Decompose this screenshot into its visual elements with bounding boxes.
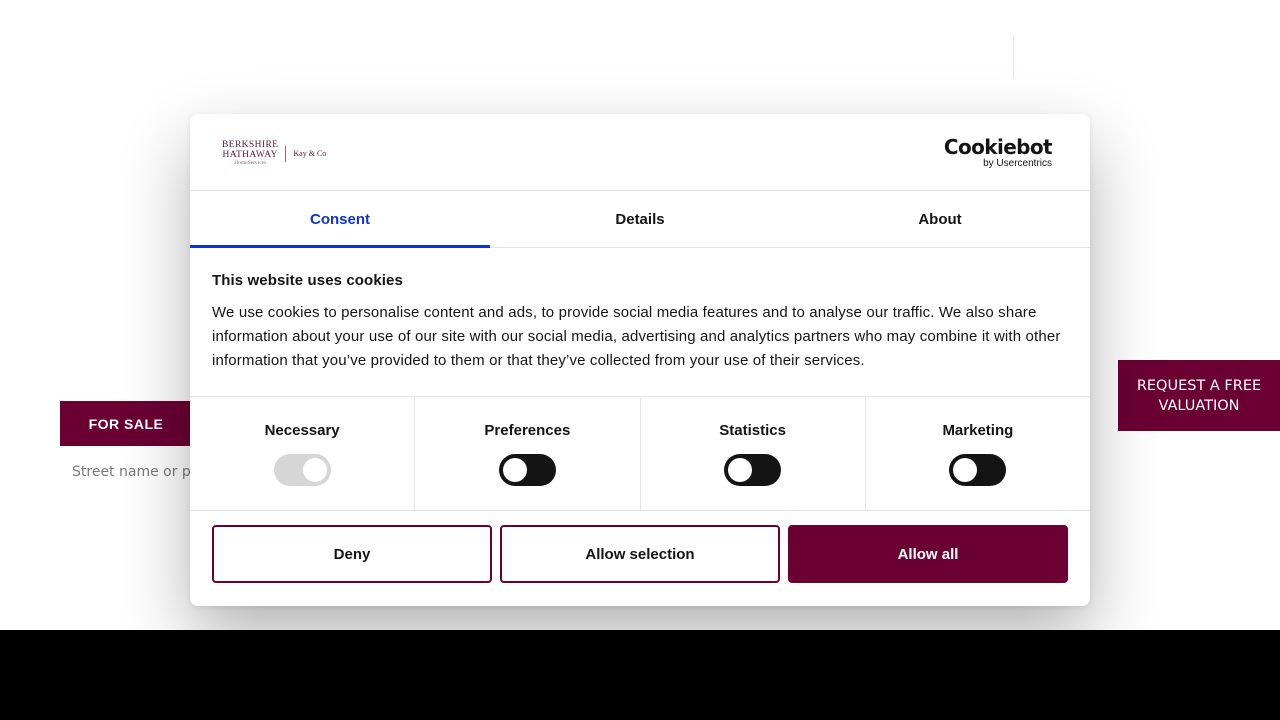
tab-consent[interactable]: Consent [190,191,490,248]
header-divider [1013,36,1014,78]
request-valuation-button[interactable]: REQUEST A FREE VALUATION [1118,360,1280,431]
tab-details[interactable]: Details [490,191,790,247]
toggle-necessary: Necessary [190,397,416,510]
cookiebot-logo[interactable]: Cookiebot by Usercentrics [943,135,1053,170]
allow-selection-button[interactable]: Allow selection [500,525,780,583]
berkshire-hathaway-logo: BERKSHIRE HATHAWAY HomeServices Kay & Co [222,140,326,167]
cookiebot-subtitle: by Usercentrics [983,158,1052,169]
bottom-black-bar [0,630,1280,720]
brand-line-3: HomeServices [234,160,267,166]
toggle-statistics-label: Statistics [719,422,786,439]
cookiebot-title: Cookiebot [943,135,1053,159]
switch-knob [502,458,527,482]
brand-line-2: HATHAWAY [222,150,278,160]
brand-separator [285,145,287,162]
marketing-switch[interactable] [949,454,1007,486]
for-sale-tab[interactable]: FOR SALE [60,401,192,446]
deny-button[interactable]: Deny [212,525,492,583]
brand-subtitle: Kay & Co [293,149,327,158]
cookie-consent-dialog: BERKSHIRE HATHAWAY HomeServices Kay & Co… [190,114,1090,606]
consent-heading: This website uses cookies [212,272,403,289]
toggle-marketing-label: Marketing [942,422,1014,439]
cookie-category-toggles: Necessary Preferences Statistics Marketi… [190,397,1090,511]
toggle-preferences: Preferences [415,397,641,510]
toggle-marketing: Marketing [866,397,1090,510]
dialog-tabs: Consent Details About [190,191,1090,248]
allow-all-button[interactable]: Allow all [788,525,1068,583]
toggle-preferences-label: Preferences [484,422,571,439]
tab-about[interactable]: About [790,191,1090,247]
brand-wordmark: BERKSHIRE HATHAWAY HomeServices [222,140,278,167]
necessary-switch [273,454,331,486]
switch-knob [302,458,327,482]
toggle-necessary-label: Necessary [264,422,340,439]
dialog-actions: Deny Allow selection Allow all [190,511,1090,583]
consent-body: This website uses cookies We use cookies… [190,248,1090,397]
dialog-header: BERKSHIRE HATHAWAY HomeServices Kay & Co… [190,114,1090,191]
toggle-statistics: Statistics [641,397,866,510]
switch-knob [728,458,753,482]
consent-description: We use cookies to personalise content an… [212,304,1061,369]
preferences-switch[interactable] [498,454,556,486]
street-search-input[interactable] [72,462,192,482]
brand-line-1: BERKSHIRE [222,140,279,150]
statistics-switch[interactable] [724,454,782,486]
switch-knob [953,458,978,482]
